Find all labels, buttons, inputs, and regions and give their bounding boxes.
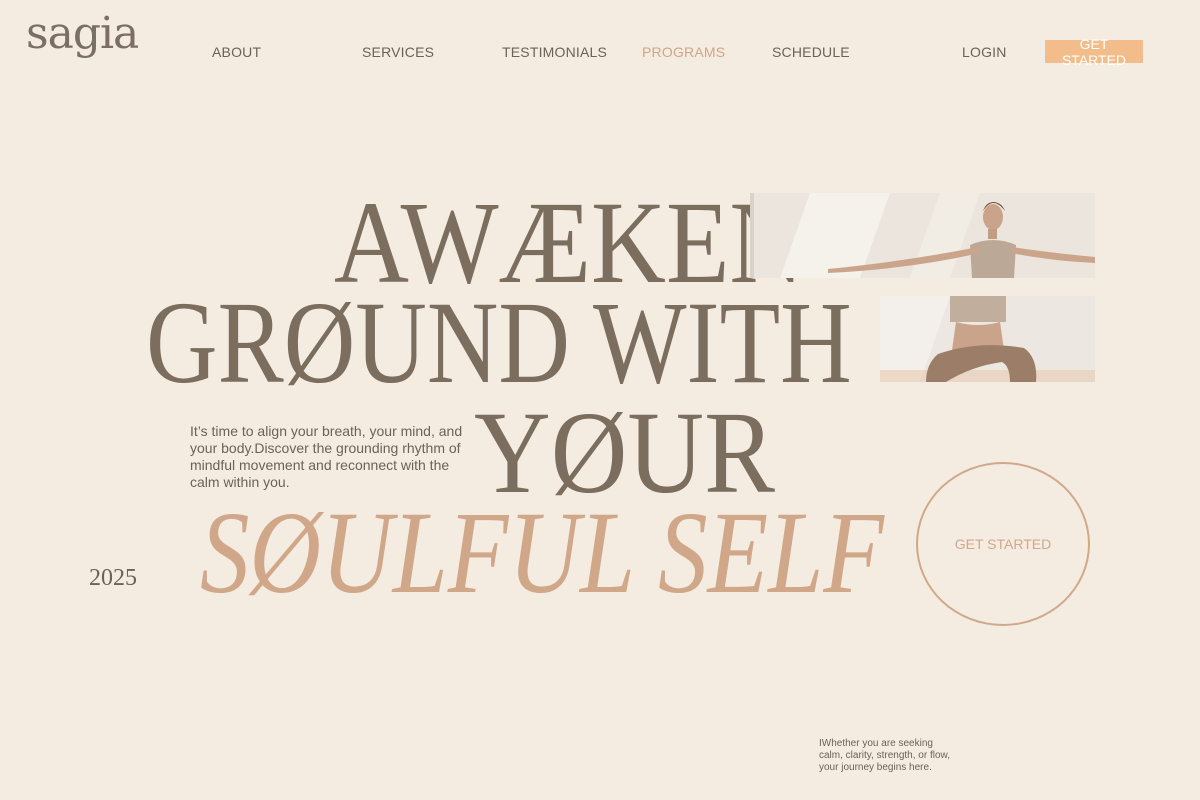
get-started-button[interactable]: GET STARTED <box>1045 36 1143 68</box>
nav-about[interactable]: ABOUT <box>212 44 261 60</box>
nav-services[interactable]: SERVICES <box>362 44 434 60</box>
circle-get-started-button[interactable]: GET STARTED <box>916 462 1090 626</box>
nav-testimonials[interactable]: TESTIMONIALS <box>502 44 607 60</box>
brand-logo[interactable]: sagia <box>26 8 139 59</box>
year-label: 2025 <box>89 565 137 591</box>
hero-intro-text: It’s time to align your breath, your min… <box>190 423 463 490</box>
nav-programs[interactable]: PROGRAMS <box>642 44 725 60</box>
journey-footnote: IWhether you are seeking calm, clarity, … <box>819 738 950 773</box>
yoga-photo-upper <box>750 193 1095 278</box>
login-link[interactable]: LOGIN <box>962 44 1007 60</box>
headline-line-2: GRØUND WITH <box>146 277 852 408</box>
nav-schedule[interactable]: SCHEDULE <box>772 44 850 60</box>
headline-line-4: SØULFUL SELF <box>200 487 884 618</box>
yoga-photo-lower <box>880 296 1095 382</box>
